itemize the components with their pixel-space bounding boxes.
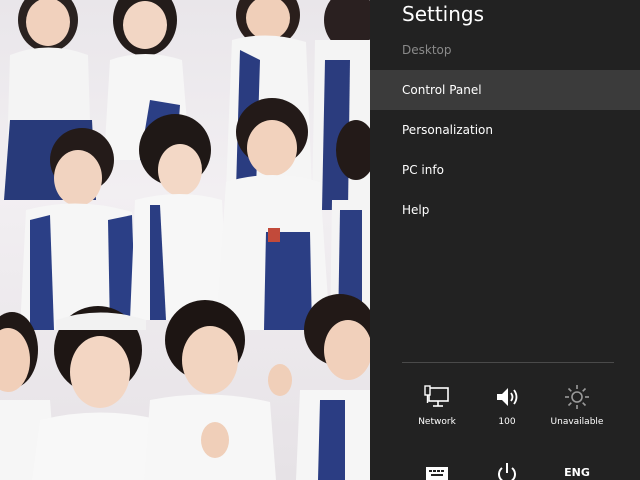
menu-item-help[interactable]: Help — [370, 190, 640, 230]
power-icon — [472, 456, 542, 480]
language-tile[interactable]: ENG — [542, 456, 612, 480]
volume-tile[interactable]: 100 — [472, 380, 542, 428]
menu-item-pc-info[interactable]: PC info — [370, 150, 640, 190]
speaker-icon — [472, 380, 542, 414]
network-tile[interactable]: Network — [402, 380, 472, 428]
figure-12 — [296, 294, 370, 480]
wallpaper-photo — [0, 0, 370, 480]
panel-subtitle: Desktop — [402, 43, 452, 57]
network-monitor-icon — [402, 380, 472, 414]
keyboard-tile[interactable] — [402, 456, 472, 480]
desktop-wallpaper — [0, 0, 370, 480]
settings-charm-panel: Settings Desktop Control Panel Personali… — [370, 0, 640, 480]
menu-item-personalization[interactable]: Personalization — [370, 110, 640, 150]
settings-menu: Control Panel Personalization PC info He… — [370, 70, 640, 230]
brightness-label: Unavailable — [550, 417, 604, 427]
language-label: ENG — [564, 466, 590, 479]
menu-item-control-panel[interactable]: Control Panel — [370, 70, 640, 110]
quick-settings-tiles: Network 100 Unavailable ENG — [402, 380, 632, 480]
network-label: Network — [418, 417, 456, 427]
panel-title: Settings — [402, 2, 485, 26]
keyboard-icon — [402, 456, 472, 480]
power-tile[interactable] — [472, 456, 542, 480]
figure-6 — [130, 114, 228, 320]
brightness-sun-icon — [542, 380, 612, 414]
brightness-tile[interactable]: Unavailable — [542, 380, 612, 428]
language-indicator: ENG — [542, 456, 612, 480]
divider — [402, 362, 614, 363]
volume-label: 100 — [498, 417, 516, 427]
